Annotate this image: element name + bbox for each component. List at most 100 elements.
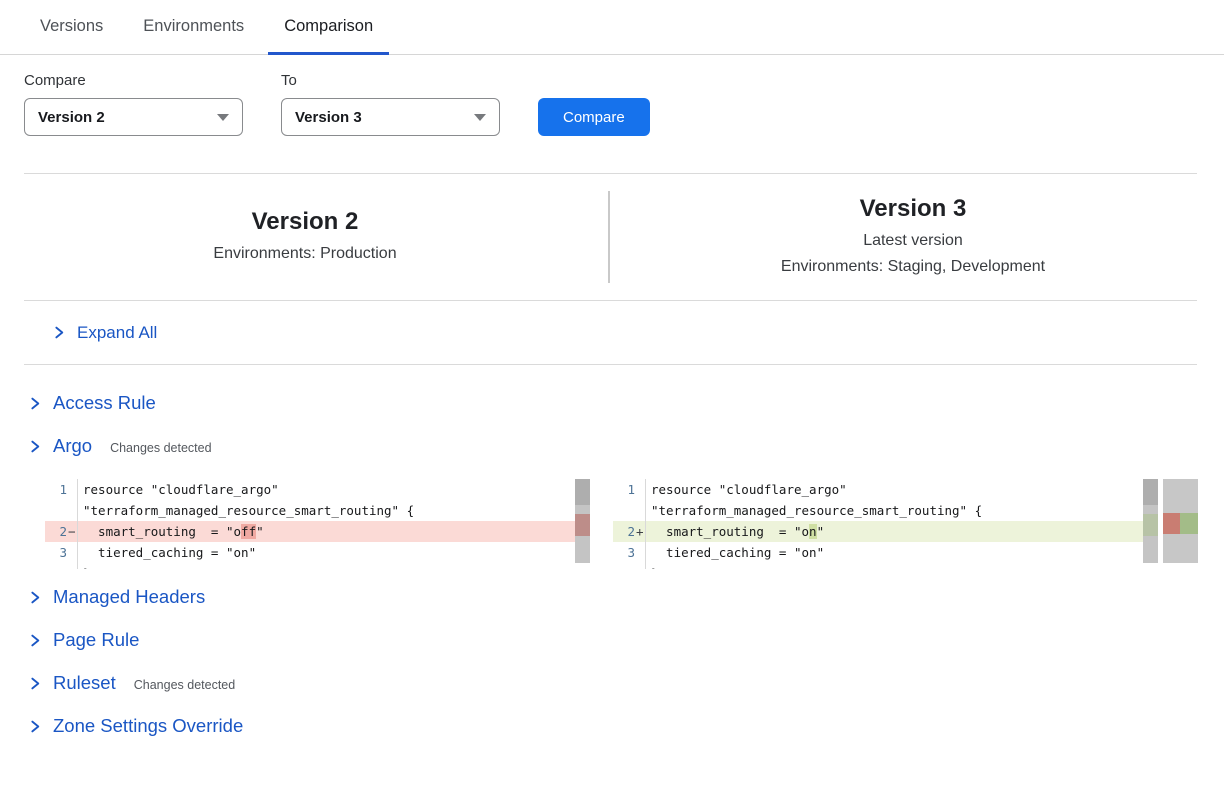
changes-detected-badge: Changes detected	[110, 441, 211, 455]
diff-line: 2− smart_routing = "off"	[45, 521, 590, 542]
scrollbar-thumb[interactable]	[575, 479, 590, 505]
line-number: 4	[45, 563, 67, 569]
code-text: resource "cloudflare_argo"	[645, 479, 1158, 500]
line-number: 3	[613, 542, 635, 563]
line-number: 1	[613, 479, 635, 500]
minimap-removed-marker	[1163, 513, 1180, 534]
diff-panel-left[interactable]: 1 resource "cloudflare_argo""terraform_ma…	[45, 479, 590, 569]
version-right-title: Version 3	[860, 194, 967, 224]
code-text: tiered_caching = "on"	[77, 542, 590, 563]
diff-sign	[635, 563, 645, 569]
code-text: smart_routing = "on"	[645, 521, 1158, 542]
section-label: Zone Settings Override	[53, 715, 243, 737]
version-left-header: Version 2 Environments: Production	[48, 174, 562, 300]
diff-line: 3 tiered_caching = "on"	[45, 542, 590, 563]
tab-comparison[interactable]: Comparison	[268, 0, 389, 55]
section-label: Managed Headers	[53, 586, 205, 608]
line-number: 2	[613, 521, 635, 542]
diff-line: 2+ smart_routing = "on"	[613, 521, 1158, 542]
expand-all-button[interactable]: Expand All	[24, 301, 1197, 365]
compare-controls: Compare Version 2 To Version 3 Compare	[24, 72, 1200, 136]
section-ruleset[interactable]: Ruleset Changes detected	[0, 672, 1224, 695]
section-access-rule[interactable]: Access Rule	[0, 392, 1224, 415]
diff-sign	[67, 563, 77, 569]
diff-sign	[67, 500, 77, 521]
section-label: Page Rule	[53, 629, 139, 651]
chevron-right-icon	[28, 677, 41, 690]
scrollbar-thumb[interactable]	[1143, 479, 1158, 505]
version-right-environments: Environments: Staging, Development	[781, 254, 1045, 280]
chevron-right-icon	[28, 634, 41, 647]
section-label: Access Rule	[53, 392, 156, 414]
line-number: 2	[45, 521, 67, 542]
diff-overview-minimap[interactable]	[1163, 479, 1198, 563]
diff-line: 4}	[45, 563, 590, 569]
chevron-right-icon	[28, 440, 41, 453]
version-right-header: Version 3 Latest version Environments: S…	[656, 174, 1170, 300]
added-line-marker	[1143, 514, 1158, 536]
to-field: To Version 3	[281, 72, 500, 136]
diff-sign	[67, 479, 77, 500]
right-scrollbar[interactable]	[1143, 479, 1158, 563]
diff-sign: +	[635, 521, 645, 542]
vertical-divider	[608, 191, 610, 283]
compare-button[interactable]: Compare	[538, 98, 650, 136]
diff-panel-right[interactable]: 1 resource "cloudflare_argo""terraform_ma…	[613, 479, 1158, 569]
diff-sign	[635, 500, 645, 521]
section-label: Argo	[53, 435, 92, 457]
to-version-value: Version 3	[295, 109, 362, 126]
diff-sign	[635, 479, 645, 500]
section-managed-headers[interactable]: Managed Headers	[0, 586, 1224, 609]
caret-down-icon	[217, 114, 229, 121]
chevron-right-icon	[28, 397, 41, 410]
diff-line: 4}	[613, 563, 1158, 569]
section-argo[interactable]: Argo Changes detected	[0, 435, 1224, 458]
header-spacer	[562, 174, 656, 300]
code-text: resource "cloudflare_argo"	[77, 479, 590, 500]
line-number: 1	[45, 479, 67, 500]
diff-sign	[67, 542, 77, 563]
line-number: 3	[45, 542, 67, 563]
diff-line: "terraform_managed_resource_smart_routin…	[45, 500, 590, 521]
minimap-added-marker	[1180, 513, 1198, 534]
version-left-environments: Environments: Production	[213, 241, 396, 267]
diff-line: 1 resource "cloudflare_argo"	[45, 479, 590, 500]
code-text: }	[77, 563, 590, 569]
section-page-rule[interactable]: Page Rule	[0, 629, 1224, 652]
chevron-right-icon	[28, 720, 41, 733]
code-text: "terraform_managed_resource_smart_routin…	[77, 500, 590, 521]
left-scrollbar[interactable]	[575, 479, 590, 563]
compare-label: Compare	[24, 72, 243, 89]
section-label: Ruleset	[53, 672, 116, 694]
removed-line-marker	[575, 514, 590, 536]
line-number	[613, 500, 635, 521]
diff-sign	[635, 542, 645, 563]
diff-sign: −	[67, 521, 77, 542]
line-number	[45, 500, 67, 521]
diff-line: "terraform_managed_resource_smart_routin…	[613, 500, 1158, 521]
caret-down-icon	[474, 114, 486, 121]
version-left-title: Version 2	[252, 207, 359, 237]
tab-environments[interactable]: Environments	[127, 0, 260, 55]
diff-line: 3 tiered_caching = "on"	[613, 542, 1158, 563]
compare-version-select[interactable]: Version 2	[24, 98, 243, 136]
tab-versions[interactable]: Versions	[24, 0, 119, 55]
code-text: smart_routing = "off"	[77, 521, 590, 542]
diff-line: 1 resource "cloudflare_argo"	[613, 479, 1158, 500]
tab-bar: VersionsEnvironmentsComparison	[0, 0, 1224, 55]
version-right-subtitle: Latest version	[863, 228, 963, 254]
to-label: To	[281, 72, 500, 89]
version-headers: Version 2 Environments: Production Versi…	[24, 174, 1197, 301]
compare-field: Compare Version 2	[24, 72, 243, 136]
code-text: }	[645, 563, 1158, 569]
compare-version-value: Version 2	[38, 109, 105, 126]
argo-diff: 1resource "cloudflare_argo""terraform_ma…	[0, 479, 1224, 569]
code-text: "terraform_managed_resource_smart_routin…	[645, 500, 1158, 521]
to-version-select[interactable]: Version 3	[281, 98, 500, 136]
line-number: 4	[613, 563, 635, 569]
expand-all-label: Expand All	[77, 323, 157, 343]
changes-detected-badge: Changes detected	[134, 678, 235, 692]
section-zone-settings-override[interactable]: Zone Settings Override	[0, 715, 1224, 738]
chevron-right-icon	[52, 326, 65, 339]
chevron-right-icon	[28, 591, 41, 604]
